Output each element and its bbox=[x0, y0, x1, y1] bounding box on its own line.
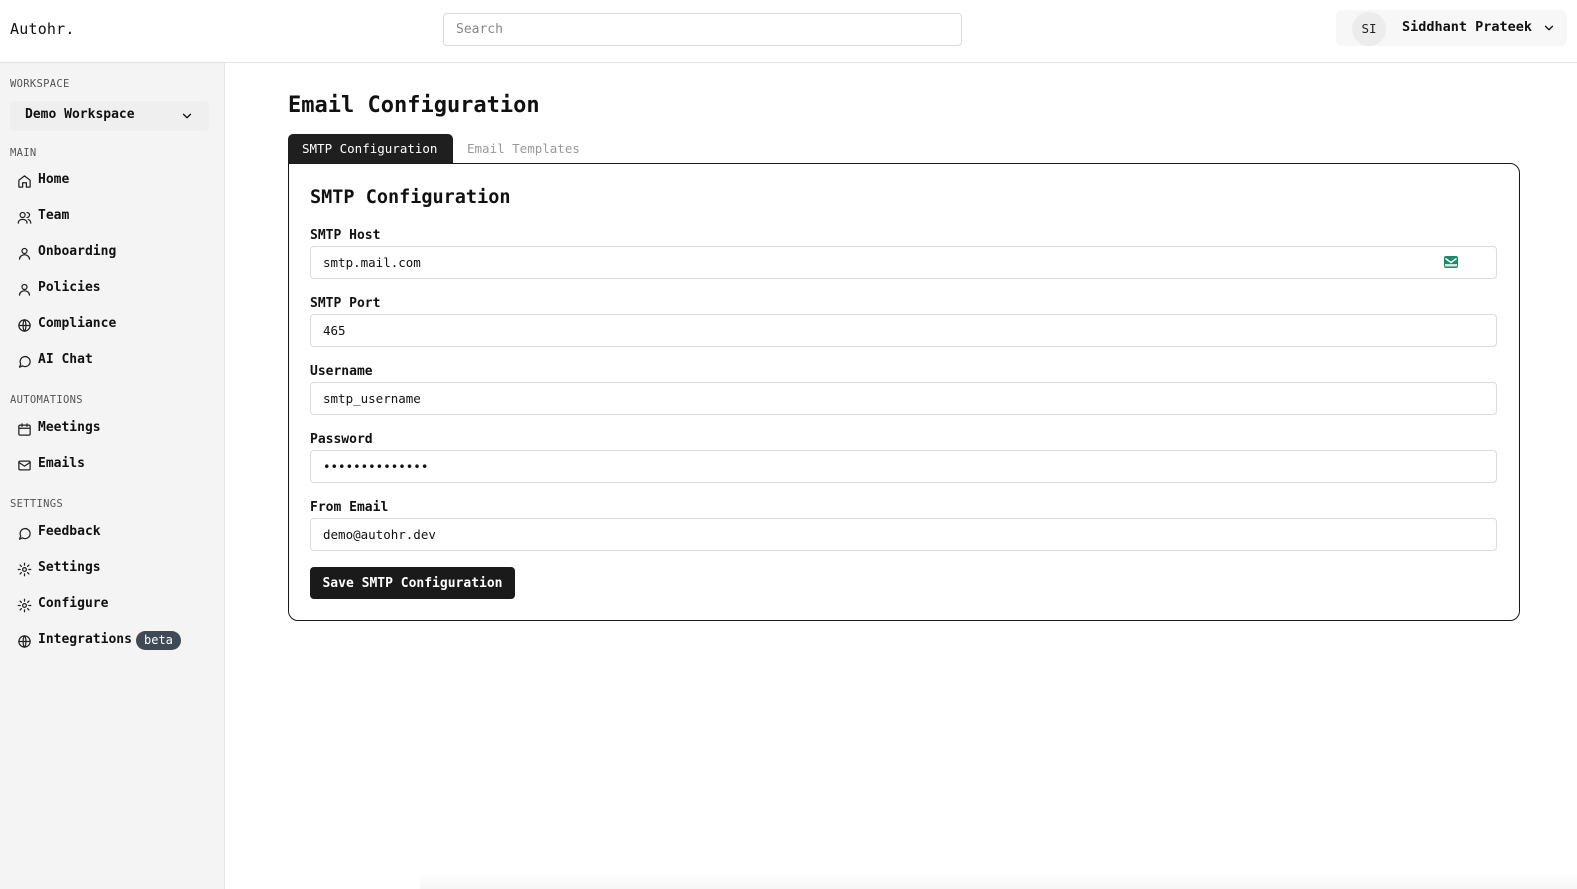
smtp-port-label: SMTP Port bbox=[310, 296, 381, 311]
sidebar-item-label: Feedback bbox=[38, 524, 101, 539]
sidebar-item-compliance[interactable]: Compliance bbox=[10, 311, 215, 339]
page-title: Email Configuration bbox=[288, 93, 540, 118]
sidebar-item-label: Emails bbox=[38, 456, 85, 471]
smtp-config-card: SMTP Configuration SMTP Host SMTP Port U… bbox=[288, 163, 1520, 621]
user-icon bbox=[18, 283, 31, 296]
section-label-automations: AUTOMATIONS bbox=[10, 394, 83, 406]
tab-email-templates[interactable]: Email Templates bbox=[453, 134, 594, 163]
smtp-port-field[interactable] bbox=[310, 314, 1497, 347]
globe-icon bbox=[18, 635, 31, 648]
smtp-host-label: SMTP Host bbox=[310, 228, 381, 243]
gear-icon bbox=[17, 562, 32, 577]
user-icon bbox=[18, 247, 31, 260]
card-title: SMTP Configuration bbox=[310, 187, 511, 208]
from-email-field[interactable] bbox=[310, 518, 1497, 551]
section-label-main: MAIN bbox=[10, 147, 37, 159]
mail-autofill-icon[interactable] bbox=[1444, 256, 1458, 268]
user-menu[interactable]: SI Siddhant Prateek bbox=[1336, 10, 1567, 46]
section-label-settings: SETTINGS bbox=[10, 498, 63, 510]
chat-icon bbox=[18, 355, 31, 368]
beta-badge: beta bbox=[136, 631, 181, 650]
bottom-shadow bbox=[420, 872, 1577, 889]
calendar-icon bbox=[18, 423, 31, 436]
smtp-host-field[interactable] bbox=[310, 246, 1497, 279]
gear-icon bbox=[17, 598, 32, 613]
password-field[interactable] bbox=[310, 450, 1497, 483]
sidebar-item-label: AI Chat bbox=[38, 352, 93, 367]
chat-icon bbox=[18, 527, 31, 540]
sidebar-item-label: Settings bbox=[38, 560, 101, 575]
workspace-select[interactable]: Demo Workspace bbox=[10, 101, 209, 131]
sidebar-item-emails[interactable]: Emails bbox=[10, 451, 215, 479]
sidebar-item-label: Meetings bbox=[38, 420, 101, 435]
chevron-down-icon bbox=[182, 113, 192, 119]
chevron-down-icon bbox=[1544, 25, 1554, 31]
sidebar-item-integrations[interactable]: Integrations beta bbox=[10, 627, 215, 655]
sidebar-item-policies[interactable]: Policies bbox=[10, 275, 215, 303]
section-label-workspace: WORKSPACE bbox=[10, 78, 70, 90]
sidebar-item-meetings[interactable]: Meetings bbox=[10, 415, 215, 443]
sidebar-item-label: Team bbox=[38, 208, 70, 223]
sidebar-item-team[interactable]: Team bbox=[10, 203, 215, 231]
username-label: Username bbox=[310, 364, 373, 379]
globe-icon bbox=[18, 319, 31, 332]
sidebar-item-configure[interactable]: Configure bbox=[10, 591, 215, 619]
save-smtp-button[interactable]: Save SMTP Configuration bbox=[310, 567, 515, 599]
home-icon bbox=[18, 175, 31, 188]
mail-icon bbox=[18, 460, 31, 471]
sidebar-item-label: Home bbox=[38, 172, 70, 187]
top-bar: Autohr. SI Siddhant Prateek bbox=[0, 0, 1577, 63]
user-name: Siddhant Prateek bbox=[1402, 19, 1533, 35]
sidebar-item-home[interactable]: Home bbox=[10, 167, 215, 195]
sidebar-item-label: Policies bbox=[38, 280, 101, 295]
password-label: Password bbox=[310, 432, 373, 447]
avatar: SI bbox=[1352, 12, 1386, 46]
sidebar-item-label: Onboarding bbox=[38, 244, 117, 259]
sidebar-item-label: Configure bbox=[38, 596, 109, 611]
sidebar-item-label: Integrations bbox=[38, 632, 132, 647]
sidebar-item-label: Compliance bbox=[38, 316, 117, 331]
sidebar-item-feedback[interactable]: Feedback bbox=[10, 519, 215, 547]
sidebar-item-onboarding[interactable]: Onboarding bbox=[10, 239, 215, 267]
users-icon bbox=[17, 211, 32, 224]
from-email-label: From Email bbox=[310, 500, 389, 515]
username-field[interactable] bbox=[310, 382, 1497, 415]
sidebar-item-settings[interactable]: Settings bbox=[10, 555, 215, 583]
workspace-value: Demo Workspace bbox=[25, 107, 135, 122]
brand-logo[interactable]: Autohr. bbox=[10, 20, 75, 38]
search-input[interactable] bbox=[443, 13, 962, 46]
sidebar-item-ai-chat[interactable]: AI Chat bbox=[10, 347, 215, 375]
sidebar: WORKSPACE Demo Workspace MAIN Home Team … bbox=[0, 63, 225, 889]
tab-smtp-configuration[interactable]: SMTP Configuration bbox=[288, 134, 453, 163]
